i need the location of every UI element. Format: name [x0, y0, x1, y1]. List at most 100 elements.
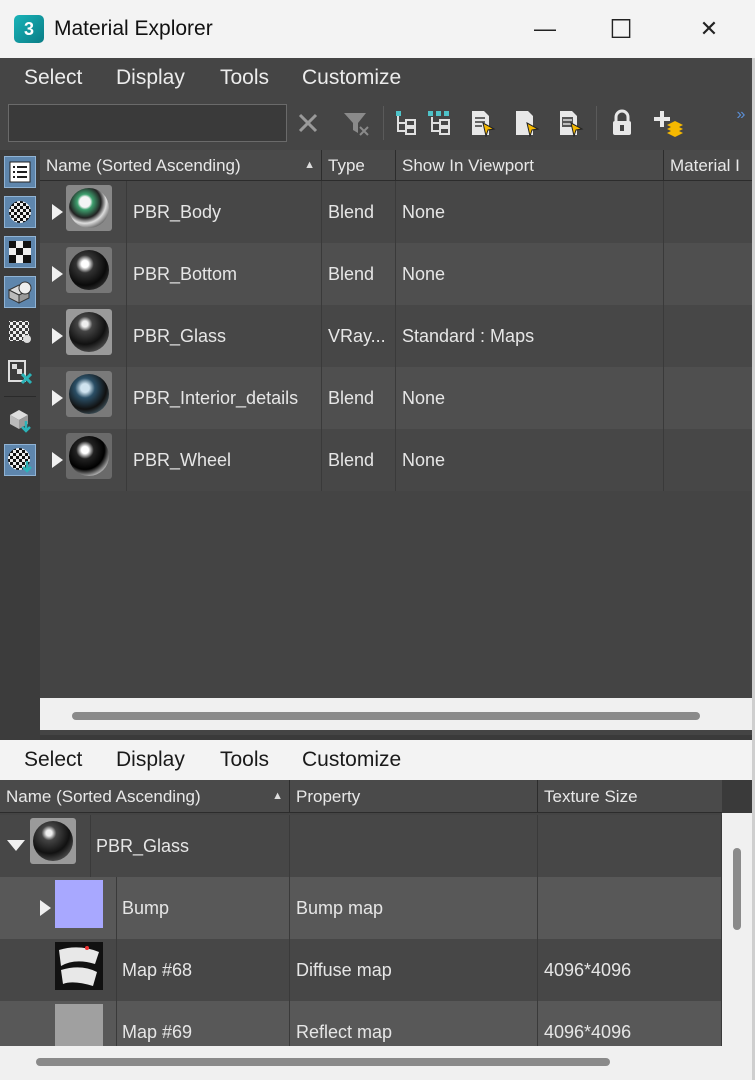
top-scroll-thumb[interactable] — [72, 712, 700, 720]
menu-customize[interactable]: Customize — [302, 748, 401, 772]
material-thumbnail — [66, 309, 112, 355]
close-icon: ✕ — [699, 16, 719, 41]
3dsmax-app-icon: 3 — [14, 15, 44, 43]
menu-bar-bottom: Select Display Tools Customize — [0, 740, 755, 780]
close-button[interactable]: ✕ — [674, 0, 744, 58]
table-row[interactable]: Map #68 Diffuse map 4096*4096 — [0, 939, 722, 1001]
column-header-property[interactable]: Property — [290, 780, 538, 813]
display-all-button[interactable] — [4, 156, 36, 188]
material-type: VRay... — [322, 305, 396, 367]
expand-arrow-icon[interactable] — [52, 204, 63, 220]
expand-arrow-icon[interactable] — [52, 390, 63, 406]
table-row[interactable]: PBR_Glass VRay... Standard : Maps — [40, 305, 755, 367]
expand-arrow-icon[interactable] — [40, 900, 51, 916]
maximize-icon: ☐ — [609, 13, 633, 44]
missing-map-icon — [8, 360, 33, 385]
display-hierarchy-button[interactable] — [390, 106, 422, 140]
column-header-type[interactable]: Type — [322, 150, 396, 181]
table-row[interactable]: PBR_Wheel Blend None — [40, 429, 755, 491]
lock-button[interactable] — [606, 106, 638, 140]
material-maps-grid: Name (Sorted Ascending) ▲ Property Textu… — [0, 780, 722, 1050]
select-none-button[interactable] — [510, 106, 542, 140]
display-children-button[interactable] — [424, 106, 456, 140]
material-name: PBR_Bottom — [127, 243, 322, 305]
material-thumbnail — [66, 371, 112, 417]
column-header-show-in-viewport[interactable]: Show In Viewport — [396, 150, 664, 181]
table-row[interactable]: PBR_Glass — [0, 815, 722, 877]
sidebar-separator — [4, 396, 36, 397]
table-row[interactable]: PBR_Bottom Blend None — [40, 243, 755, 305]
material-thumbnail — [66, 247, 112, 293]
sort-ascending-icon: ▲ — [272, 790, 283, 802]
maximize-button[interactable]: ☐ — [586, 0, 656, 58]
display-objects-button[interactable] — [4, 276, 36, 308]
add-layer-button[interactable] — [652, 106, 684, 140]
expand-arrow-icon[interactable] — [52, 328, 63, 344]
display-maps-button[interactable] — [4, 236, 36, 268]
material-viewport: None — [396, 181, 664, 243]
display-unused-maps-button[interactable] — [4, 316, 36, 348]
title-bar[interactable]: 3 Material Explorer — ☐ ✕ — [0, 0, 755, 58]
table-row[interactable]: Bump Bump map — [0, 877, 722, 939]
minimize-button[interactable]: — — [510, 0, 580, 58]
material-scene-grid: Name (Sorted Ascending) ▲ Type Show In V… — [40, 150, 755, 735]
checker-sphere-icon — [9, 201, 31, 223]
list-icon — [9, 161, 31, 183]
filter-icon — [344, 113, 369, 136]
objects-icon — [7, 281, 32, 304]
texture-size — [538, 877, 722, 939]
checker-map-icon — [9, 241, 31, 263]
column-header-name[interactable]: Name (Sorted Ascending) ▲ — [0, 780, 290, 813]
select-invert-button[interactable] — [554, 106, 586, 140]
display-materials-button[interactable] — [4, 196, 36, 228]
material-name: PBR_Body — [127, 181, 322, 243]
menu-bar-top: Select Display Tools Customize — [0, 58, 755, 100]
bottom-scroll-thumb[interactable] — [36, 1058, 610, 1066]
toolbar-overflow-button[interactable]: » — [728, 98, 754, 132]
children-icon — [428, 111, 450, 135]
toolbar-separator — [383, 106, 384, 140]
menu-tools[interactable]: Tools — [220, 66, 269, 90]
filter-button[interactable] — [340, 106, 372, 140]
map-property: Reflect map — [290, 1001, 538, 1050]
expand-arrow-icon[interactable] — [52, 452, 63, 468]
menu-tools[interactable]: Tools — [220, 748, 269, 772]
material-type: Blend — [322, 181, 396, 243]
material-viewport: Standard : Maps — [396, 305, 664, 367]
material-thumbnail — [66, 185, 112, 231]
display-sub-materials-button[interactable] — [4, 444, 36, 476]
left-sidebar — [0, 150, 40, 740]
vertical-scroll-thumb[interactable] — [733, 848, 741, 930]
blank-doc-icon — [516, 111, 540, 137]
material-type: Blend — [322, 243, 396, 305]
hierarchy-icon — [396, 111, 416, 135]
display-incompatible-button[interactable] — [4, 404, 36, 436]
display-missing-maps-button[interactable] — [4, 356, 36, 388]
table-row[interactable]: Map #69 Reflect map 4096*4096 — [0, 1001, 722, 1050]
menu-customize[interactable]: Customize — [302, 66, 401, 90]
select-all-button[interactable] — [466, 106, 498, 140]
clear-search-button[interactable] — [292, 106, 324, 140]
material-name: PBR_Glass — [127, 305, 322, 367]
column-header-material-id[interactable]: Material I — [664, 150, 755, 181]
menu-display[interactable]: Display — [116, 66, 185, 90]
menu-select[interactable]: Select — [24, 66, 82, 90]
map-property: Bump map — [290, 877, 538, 939]
search-input[interactable] — [8, 104, 287, 142]
expand-arrow-icon[interactable] — [52, 266, 63, 282]
menu-select[interactable]: Select — [24, 748, 82, 772]
material-explorer-window: 3 Material Explorer — ☐ ✕ Select Display… — [0, 0, 755, 1080]
material-name: PBR_Wheel — [127, 429, 322, 491]
minimize-icon: — — [534, 16, 556, 41]
menu-display[interactable]: Display — [116, 748, 185, 772]
clear-x-icon — [298, 113, 318, 133]
column-header-name-label: Name (Sorted Ascending) — [46, 156, 241, 175]
column-header-texture-size[interactable]: Texture Size — [538, 780, 722, 813]
table-row[interactable]: PBR_Body Blend None — [40, 181, 755, 243]
collapse-arrow-icon[interactable] — [7, 840, 25, 851]
add-stack-icon — [654, 111, 683, 137]
material-thumbnail — [30, 818, 76, 864]
table-row[interactable]: PBR_Interior_details Blend None — [40, 367, 755, 429]
column-header-name[interactable]: Name (Sorted Ascending) ▲ — [40, 150, 322, 181]
sort-ascending-icon: ▲ — [304, 159, 315, 171]
